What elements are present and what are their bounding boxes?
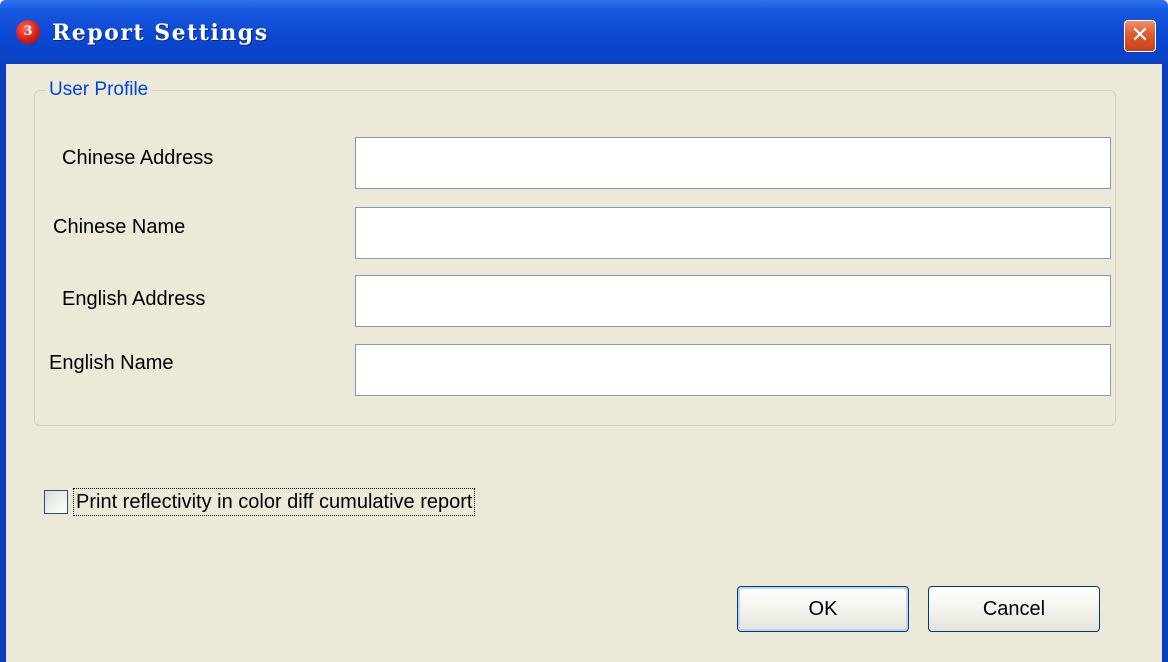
app-logo-icon: 3	[16, 20, 40, 44]
english-name-label: English Name	[49, 352, 174, 374]
chinese-address-input[interactable]	[355, 137, 1111, 189]
english-address-input[interactable]	[355, 275, 1111, 327]
chinese-name-input[interactable]	[355, 207, 1111, 259]
print-reflectivity-label[interactable]: Print reflectivity in color diff cumulat…	[73, 488, 476, 516]
print-reflectivity-checkbox[interactable]	[44, 490, 68, 514]
title-bar[interactable]: 3 Report Settings ✕	[0, 0, 1168, 64]
close-button[interactable]: ✕	[1124, 20, 1156, 52]
cancel-button[interactable]: Cancel	[928, 586, 1100, 632]
close-icon: ✕	[1130, 23, 1150, 48]
dialog-body: User Profile Chinese Address Chinese Nam…	[6, 64, 1162, 662]
chinese-address-label: Chinese Address	[62, 147, 214, 169]
chinese-name-label: Chinese Name	[53, 216, 186, 238]
ok-button[interactable]: OK	[737, 586, 909, 632]
user-profile-legend: User Profile	[49, 79, 149, 100]
window-title: Report Settings	[52, 20, 269, 46]
english-address-label: English Address	[62, 288, 206, 310]
english-name-input[interactable]	[355, 344, 1111, 396]
report-settings-dialog: 3 Report Settings ✕ User Profile Chinese…	[0, 0, 1168, 662]
